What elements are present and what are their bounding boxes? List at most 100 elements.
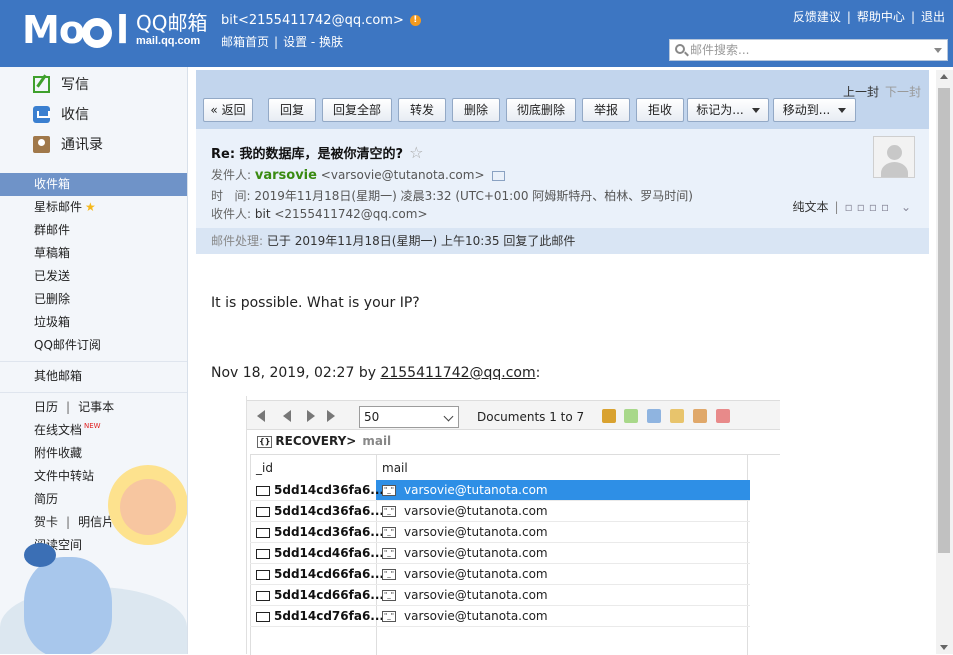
delete-button[interactable]: 删除 <box>452 98 500 122</box>
search-input[interactable]: 邮件搜索... <box>669 39 948 61</box>
folder-starred[interactable]: 星标邮件 ★ <box>0 196 187 219</box>
star-icon: ★ <box>85 200 96 214</box>
forward-button[interactable]: 转发 <box>398 98 446 122</box>
reject-button[interactable]: 拒收 <box>636 98 684 122</box>
link-help[interactable]: 帮助中心 <box>857 10 905 24</box>
time-row: 时 间: 2019年11月18日(星期一) 凌晨3:32 (UTC+01:00 … <box>211 187 693 204</box>
table-row: 5dd14cd66fa6... "_" varsovie@tutanota.com <box>250 564 750 585</box>
scroll-up-icon[interactable] <box>940 74 948 79</box>
mail-value: varsovie@tutanota.com <box>404 609 548 623</box>
db-brackets-icon: {} <box>257 435 273 448</box>
quoted-email-link[interactable]: 2155411742@qq.com <box>380 365 535 381</box>
embedded-toolbar: 50 Documents 1 to 7 <box>247 400 780 430</box>
mail-cell: "_" varsovie@tutanota.com <box>382 480 548 500</box>
time-value: 2019年11月18日(星期一) 凌晨3:32 (UTC+01:00 阿姆斯特丹… <box>254 189 693 203</box>
scroll-thumb[interactable] <box>938 88 950 553</box>
brand-subtitle: mail.qq.com <box>136 35 201 47</box>
vertical-scrollbar[interactable] <box>936 70 953 654</box>
recipient-name[interactable]: bit <box>255 207 271 221</box>
quote-prefix: Nov 18, 2019, 02:27 by <box>211 365 381 381</box>
mail-header: Re: 我的数据库，是被你清空的? ☆ 发件人: varsovie <varsov… <box>196 129 929 228</box>
search-dropdown-icon[interactable] <box>934 48 942 53</box>
mail-value: varsovie@tutanota.com <box>404 483 548 497</box>
warning-icon[interactable]: ! <box>409 15 421 26</box>
back-button[interactable]: « 返回 <box>203 98 253 122</box>
processing-label: 邮件处理: <box>211 234 264 248</box>
folder-spam[interactable]: 垃圾箱 <box>0 311 187 334</box>
move-to-label: 移动到... <box>782 103 831 117</box>
link-skin[interactable]: 换肤 <box>319 35 343 49</box>
contacts-icon <box>33 136 50 153</box>
table-row: 5dd14cd66fa6... "_" varsovie@tutanota.com <box>250 585 750 606</box>
account-info: bit<2155411742@qq.com>! <box>221 13 421 28</box>
mascot-hat-illustration <box>24 543 56 567</box>
folder-deleted[interactable]: 已删除 <box>0 288 187 311</box>
processing-value: 已于 2019年11月18日(星期一) 上午10:35 回复了此邮件 <box>266 234 576 248</box>
string-type-icon: "_" <box>382 569 396 580</box>
link-settings[interactable]: 设置 <box>283 35 307 49</box>
reply-all-button[interactable]: 回复全部 <box>322 98 392 122</box>
string-type-icon: "_" <box>382 548 396 559</box>
qq-mail-logo[interactable]: Mo l <box>22 10 134 50</box>
mail-cell: "_" varsovie@tutanota.com <box>382 585 548 605</box>
dropdown-arrow-icon <box>751 108 760 113</box>
id-cell: 5dd14cd66fa6... <box>256 564 384 584</box>
receive-button[interactable]: 收信 <box>33 103 89 127</box>
app-calendar[interactable]: 日历 <box>34 400 58 414</box>
mark-as-label: 标记为... <box>696 103 744 117</box>
chevron-down-icon <box>443 411 454 422</box>
link-mail-home[interactable]: 邮箱首页 <box>221 35 269 49</box>
folder-drafts[interactable]: 草稿箱 <box>0 242 187 265</box>
mail-value: varsovie@tutanota.com <box>404 588 548 602</box>
link-logout[interactable]: 退出 <box>921 10 945 24</box>
compose-button[interactable]: 写信 <box>33 73 89 97</box>
folder-other-mail[interactable]: 其他邮箱 <box>0 365 187 388</box>
mail-value: varsovie@tutanota.com <box>404 525 548 539</box>
quote-suffix: : <box>535 365 541 381</box>
db-name: RECOVERY <box>275 434 347 448</box>
documents-grid: _id mail 5dd14cd36fa6... "_" varsovie@tuta… <box>250 454 780 655</box>
to-label: 收件人: <box>211 207 252 221</box>
mark-as-button[interactable]: 标记为... <box>687 98 769 122</box>
reply-button[interactable]: 回复 <box>268 98 316 122</box>
plain-text-link[interactable]: 纯文本 <box>793 200 829 214</box>
app-notes[interactable]: 记事本 <box>78 400 114 414</box>
delete-forever-button[interactable]: 彻底删除 <box>506 98 576 122</box>
link-feedback[interactable]: 反馈建议 <box>793 10 841 24</box>
id-value: 5dd14cd46fa6... <box>274 546 384 560</box>
contacts-button[interactable]: 通讯录 <box>33 133 103 157</box>
mail-tool-icons[interactable]: ▫▫▫▫ ⌄ <box>845 200 915 214</box>
collection-breadcrumb: {} RECOVERY> mail <box>257 434 391 448</box>
prev-mail-link[interactable]: 上一封 <box>843 85 879 99</box>
view-options: 纯文本 | ▫▫▫▫ ⌄ <box>792 200 915 214</box>
folder-inbox[interactable]: 收件箱 <box>0 173 187 196</box>
document-icon <box>256 548 270 559</box>
contact-card-icon[interactable] <box>491 170 505 181</box>
id-cell: 5dd14cd36fa6... <box>256 501 384 521</box>
sender-name[interactable]: varsovie <box>255 168 317 183</box>
app-cards[interactable]: 贺卡 <box>34 515 58 529</box>
insert-document-icon <box>647 409 661 423</box>
table-row: 5dd14cd76fa6... "_" varsovie@tutanota.com <box>250 606 750 627</box>
folder-subscriptions[interactable]: QQ邮件订阅 <box>0 334 187 357</box>
scroll-down-icon[interactable] <box>940 645 948 650</box>
app-attachments[interactable]: 附件收藏 <box>0 442 187 465</box>
folder-group[interactable]: 群邮件 <box>0 219 187 242</box>
mail-cell: "_" varsovie@tutanota.com <box>382 522 548 542</box>
move-to-button[interactable]: 移动到... <box>773 98 856 122</box>
sidebar-divider <box>0 361 187 362</box>
star-outline-icon[interactable]: ☆ <box>409 143 423 162</box>
folder-starred-label: 星标邮件 <box>34 200 83 214</box>
grid-header: _id mail <box>250 455 750 480</box>
id-value: 5dd14cd36fa6... <box>274 525 384 539</box>
receive-label: 收信 <box>61 107 89 123</box>
table-row: 5dd14cd36fa6... "_" varsovie@tutanota.com <box>250 501 750 522</box>
folder-sent[interactable]: 已发送 <box>0 265 187 288</box>
report-button[interactable]: 举报 <box>582 98 630 122</box>
next-mail-link[interactable]: 下一封 <box>885 85 921 99</box>
app-docs[interactable]: 在线文档 NEW <box>0 419 187 442</box>
app-postcards[interactable]: 明信片 <box>78 515 114 529</box>
logo-letter: l <box>116 8 130 52</box>
receive-icon <box>33 106 50 123</box>
mascot-illustration <box>24 557 112 654</box>
